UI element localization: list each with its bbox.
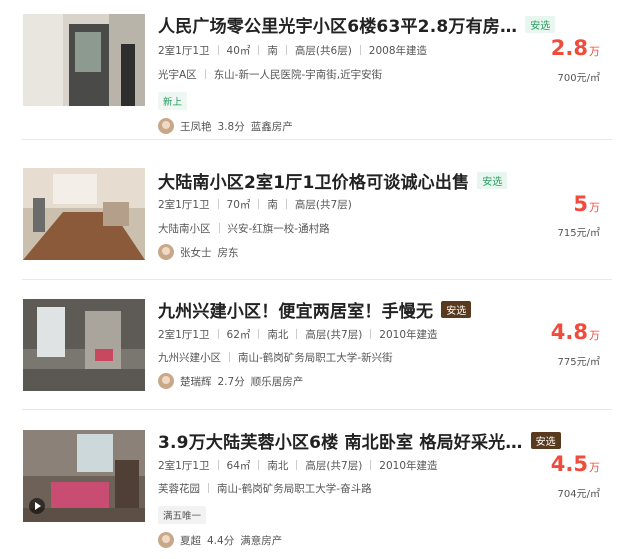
agent-name[interactable]: 张女士 xyxy=(180,247,212,259)
listing-attributes: 2室1厅1卫 62㎡ 南北 高层(共7层) 2010年建造 xyxy=(158,327,438,342)
agent-score: 2.7分 xyxy=(217,376,245,388)
agent-avatar xyxy=(158,118,174,134)
anxuan-badge: 安选 xyxy=(525,16,556,33)
unit-price: 775元/㎡ xyxy=(557,357,600,368)
community-location: 南山-鹤岗矿务局职工大学-新兴街 xyxy=(238,352,393,364)
listing-list: 人民广场零公里光宇小区6楼63平2.8万有房… 安选 2室1厅1卫 40㎡南高层(共… xyxy=(0,0,640,559)
community-line: 九州兴建小区 南山-鹤岗矿务局职工大学-新兴街 xyxy=(158,350,393,365)
price-unit: 万 xyxy=(589,201,600,214)
feature-tag: 新上 xyxy=(158,92,188,110)
anxuan-badge: 安选 xyxy=(477,172,508,189)
agent-company[interactable]: 顺乐居房产 xyxy=(251,376,304,388)
unit-price: 700元/㎡ xyxy=(557,73,600,84)
floor: 高层(共7层) xyxy=(294,199,352,211)
community-name[interactable]: 九州兴建小区 xyxy=(158,352,221,364)
agent-score: 4.4分 xyxy=(207,535,235,547)
total-price: 2.8万 xyxy=(551,36,600,60)
floor: 高层(共7层) xyxy=(305,329,363,341)
listing-title[interactable]: 人民广场零公里光宇小区6楼63平2.8万有房… xyxy=(158,17,517,37)
community-location: 南山-鹤岗矿务局职工大学-奋斗路 xyxy=(217,483,372,495)
build-year: 2008年建造 xyxy=(368,45,428,57)
agent-name[interactable]: 夏超 xyxy=(180,535,201,547)
build-year: 2010年建造 xyxy=(379,329,438,341)
community-location: 兴安-红旗一校-通村路 xyxy=(227,223,330,235)
area: 64㎡ xyxy=(226,460,251,472)
price-value: 4.8 xyxy=(550,320,588,344)
listing-photo[interactable] xyxy=(23,168,145,260)
agent-company[interactable]: 满意房产 xyxy=(240,535,282,547)
layout: 2室1厅1卫 xyxy=(158,199,210,211)
area: 70㎡ xyxy=(226,199,251,211)
layout: 2室1厅1卫 xyxy=(158,329,210,341)
listing-attributes: 2室1厅1卫 70㎡ 南 高层(共7层) xyxy=(158,197,352,212)
orientation: 南北 xyxy=(267,460,289,472)
area: 40㎡ xyxy=(226,45,251,57)
community-line: 大陆南小区 兴安-红旗一校-通村路 xyxy=(158,221,330,236)
community-location: 东山-新一人民医院-宇南街,近宇安街 xyxy=(213,69,383,81)
unit-price: 715元/㎡ xyxy=(557,228,600,239)
listing-item[interactable]: 3.9万大陆芙蓉小区6楼 南北卧室 格局好采光… 安选 2室1厅1卫 64㎡ 南北 高层… xyxy=(0,410,640,559)
listing-photo[interactable] xyxy=(23,299,145,391)
orientation: 南 xyxy=(267,199,278,211)
build-year: 2010年建造 xyxy=(379,460,438,472)
listing-item[interactable]: 九州兴建小区！便宜两居室！手慢无 安选 2室1厅1卫 62㎡ 南北 高层(共7层) 201… xyxy=(0,280,640,410)
floor: 高层(共7层) xyxy=(305,460,363,472)
orientation: 南 xyxy=(267,45,278,57)
agent-info: 夏超 4.4分 满意房产 xyxy=(158,532,282,548)
layout: 2室1厅1卫 xyxy=(158,460,210,472)
feature-tag: 满五唯一 xyxy=(158,506,207,524)
community-name[interactable]: 大陆南小区 xyxy=(158,223,211,235)
agent-avatar xyxy=(158,532,174,548)
agent-info: 楚瑞辉 2.7分 顺乐居房产 xyxy=(158,373,303,389)
agent-company[interactable]: 蓝鑫房产 xyxy=(251,121,293,133)
unit-price: 704元/㎡ xyxy=(557,489,600,500)
agent-name[interactable]: 王凤艳 xyxy=(180,121,212,133)
agent-name[interactable]: 楚瑞辉 xyxy=(180,376,212,388)
price-value: 5 xyxy=(573,192,588,216)
agent-info: 王凤艳 3.8分 蓝鑫房产 xyxy=(158,118,293,134)
community-line: 光宇A区 东山-新一人民医院-宇南街,近宇安街 xyxy=(158,67,382,82)
price-value: 4.5 xyxy=(550,452,588,476)
orientation: 南北 xyxy=(267,329,289,341)
listing-attributes: 2室1厅1卫 40㎡ 南 高层(共6层) 2008年建造 xyxy=(158,43,427,58)
listing-title[interactable]: 大陆南小区2室1厅1卫价格可谈诚心出售 xyxy=(158,173,469,193)
total-price: 5万 xyxy=(573,192,600,216)
listing-item[interactable]: 人民广场零公里光宇小区6楼63平2.8万有房… 安选 2室1厅1卫 40㎡ 南 高层(共… xyxy=(0,0,640,140)
agent-avatar xyxy=(158,373,174,389)
listing-photo[interactable] xyxy=(23,430,145,522)
listing-item[interactable]: 大陆南小区2室1厅1卫价格可谈诚心出售 安选 2室1厅1卫 70㎡南高层(共7层) … xyxy=(0,140,640,280)
community-name[interactable]: 芙蓉花园 xyxy=(158,483,200,495)
listing-title[interactable]: 九州兴建小区！便宜两居室！手慢无 xyxy=(158,302,433,322)
anxuan-badge: 安选 xyxy=(530,432,561,449)
community-line: 芙蓉花园 南山-鹤岗矿务局职工大学-奋斗路 xyxy=(158,481,372,496)
area: 62㎡ xyxy=(226,329,251,341)
anxuan-badge: 安选 xyxy=(441,301,472,318)
agent-score: 3.8分 xyxy=(217,121,245,133)
total-price: 4.5万 xyxy=(551,452,600,476)
listing-title[interactable]: 3.9万大陆芙蓉小区6楼 南北卧室 格局好采光… xyxy=(158,433,523,453)
price-unit: 万 xyxy=(589,461,600,474)
video-play-icon[interactable] xyxy=(29,498,45,514)
layout: 2室1厅1卫 xyxy=(158,45,210,57)
price-unit: 万 xyxy=(589,329,600,342)
agent-info: 张女士 房东 xyxy=(158,244,239,260)
floor: 高层(共6层) xyxy=(294,45,352,57)
total-price: 4.8万 xyxy=(551,320,600,344)
price-value: 2.8 xyxy=(550,36,588,60)
listing-photo[interactable] xyxy=(23,14,145,106)
agent-avatar xyxy=(158,244,174,260)
listing-attributes: 2室1厅1卫 64㎡ 南北 高层(共7层) 2010年建造 xyxy=(158,458,438,473)
community-name[interactable]: 光宇A区 xyxy=(158,69,197,81)
price-unit: 万 xyxy=(589,45,600,58)
agent-company[interactable]: 房东 xyxy=(218,247,239,259)
